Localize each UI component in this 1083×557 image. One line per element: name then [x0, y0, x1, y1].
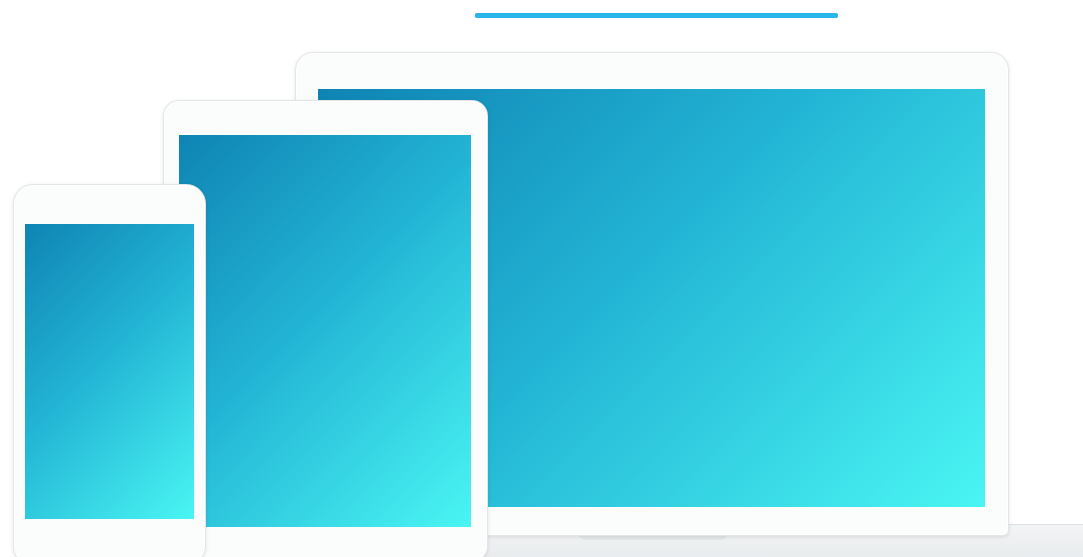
- phone-screen: [25, 224, 194, 519]
- accent-divider-line: [475, 13, 838, 18]
- device-mockup-illustration: [0, 0, 1083, 557]
- tablet-device: [163, 100, 488, 557]
- tablet-screen: [179, 135, 471, 527]
- phone-device: [13, 184, 206, 557]
